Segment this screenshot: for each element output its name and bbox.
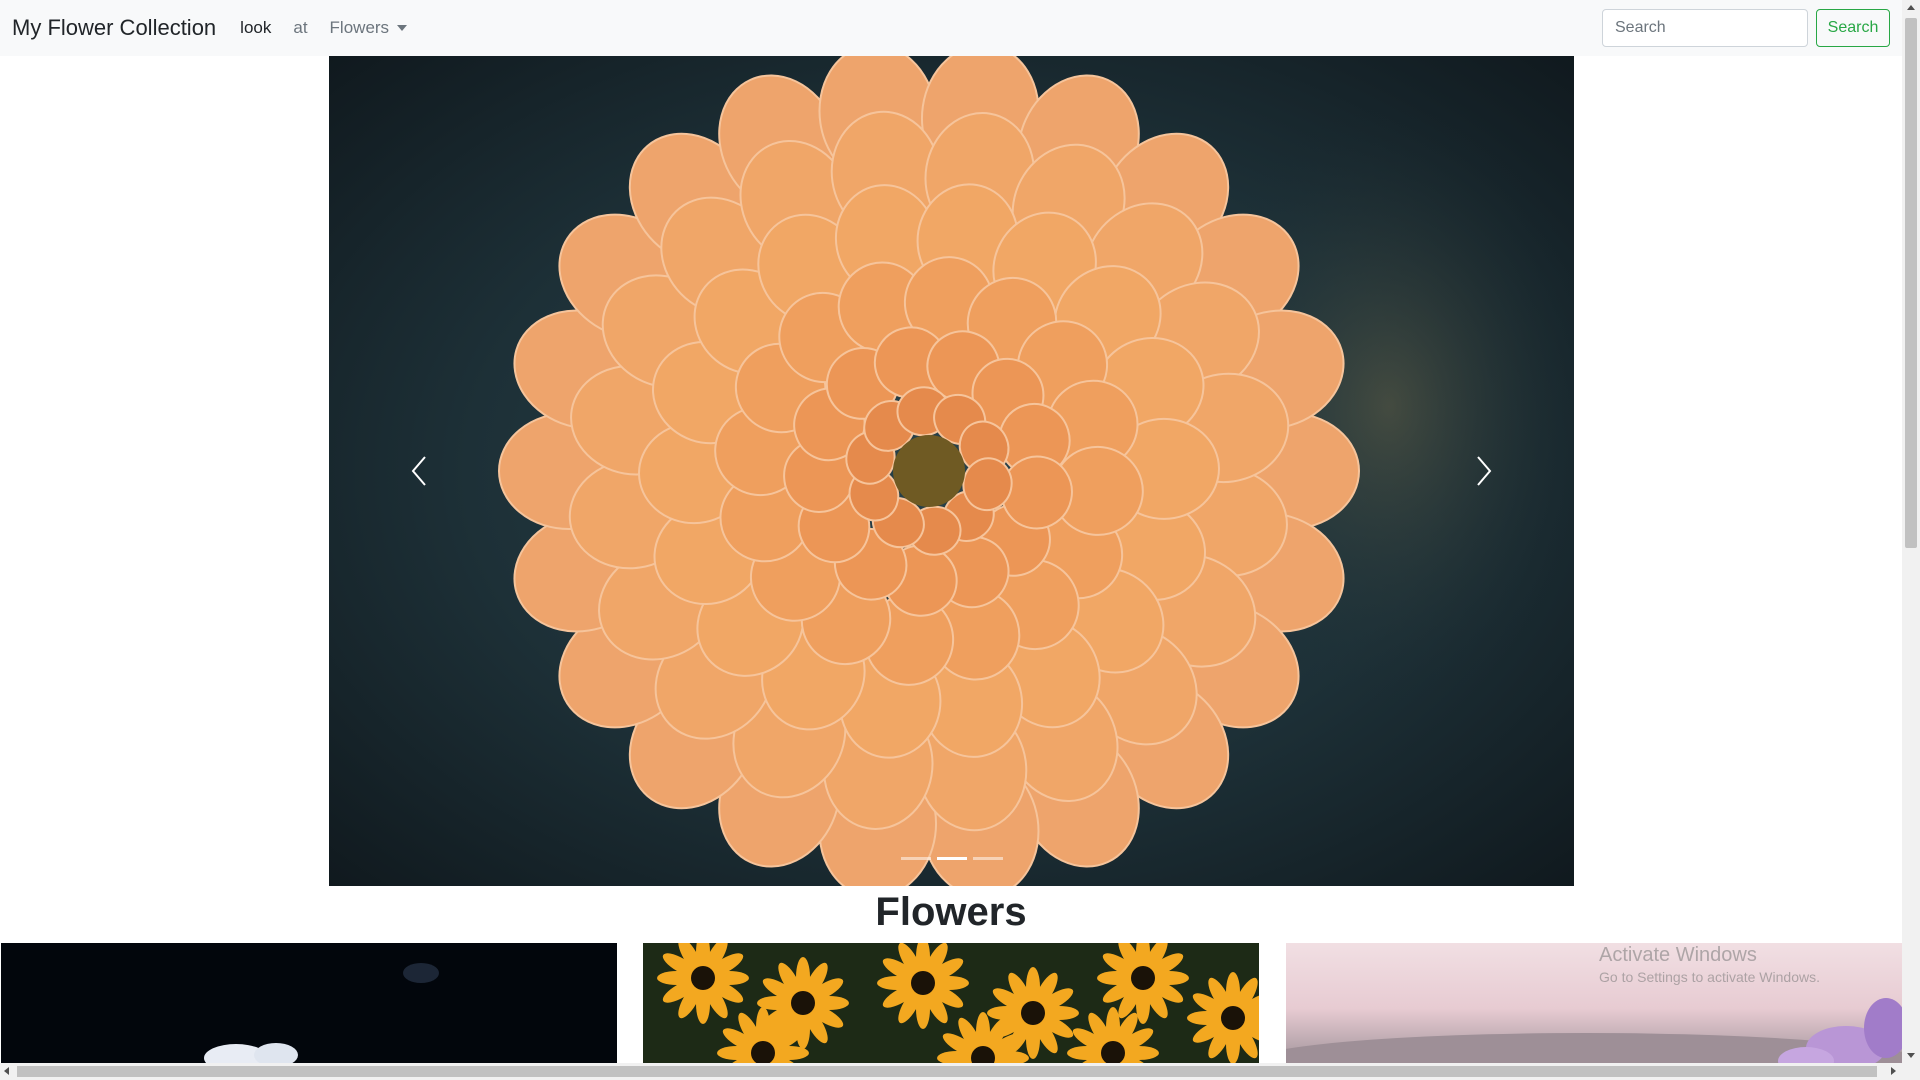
- susan-center: [691, 966, 715, 990]
- nav-dropdown-label: Flowers: [329, 18, 390, 37]
- scroll-up-arrow-icon[interactable]: [1907, 5, 1915, 10]
- susan-center: [791, 991, 815, 1015]
- white-flower-image: [204, 963, 439, 1063]
- chevron-right-icon: [1477, 456, 1492, 486]
- chevron-left-icon: [411, 456, 426, 486]
- vertical-scrollbar-thumb[interactable]: [1905, 18, 1917, 548]
- vertical-scrollbar[interactable]: [1902, 0, 1920, 1063]
- horizontal-scrollbar[interactable]: [0, 1063, 1920, 1080]
- carousel-indicator-3[interactable]: [972, 857, 1003, 860]
- carousel-prev-button[interactable]: [359, 56, 479, 886]
- dahlia-image: [498, 56, 1574, 886]
- horizontal-scrollbar-thumb[interactable]: [17, 1066, 1877, 1077]
- nav-link-at[interactable]: at: [293, 18, 307, 38]
- nav-dropdown-flowers[interactable]: Flowers: [330, 18, 408, 38]
- section-title: Flowers: [875, 890, 1027, 934]
- susan-center: [1021, 1001, 1045, 1025]
- watermark-title: Activate Windows: [1599, 944, 1757, 966]
- dahlia-center: [893, 435, 965, 507]
- carousel-indicator-1[interactable]: [900, 857, 931, 860]
- card-image-white-flower[interactable]: [1, 943, 617, 1063]
- scroll-down-arrow-icon[interactable]: [1907, 1053, 1915, 1058]
- navbar: My Flower Collection look at Flowers Sea…: [0, 0, 1902, 56]
- search-form: Search: [1602, 9, 1890, 47]
- scroll-right-arrow-icon[interactable]: [1891, 1067, 1896, 1075]
- black-eyed-susans-image: [657, 943, 1259, 1063]
- carousel-indicators: [329, 857, 1574, 860]
- nav-link-look[interactable]: look: [240, 18, 271, 38]
- watermark-subtitle: Go to Settings to activate Windows.: [1599, 969, 1820, 985]
- susan-center: [911, 971, 935, 995]
- windows-activation-watermark: Activate Windows Go to Settings to activ…: [1599, 944, 1820, 985]
- scroll-left-arrow-icon[interactable]: [4, 1067, 9, 1075]
- caret-down-icon: [397, 25, 408, 31]
- card-image-black-eyed-susans[interactable]: [643, 943, 1259, 1063]
- susan-center: [1131, 966, 1155, 990]
- susan-center: [1221, 1006, 1245, 1030]
- search-button[interactable]: Search: [1816, 9, 1890, 47]
- carousel: [329, 56, 1574, 886]
- navbar-brand[interactable]: My Flower Collection: [12, 15, 216, 41]
- search-input[interactable]: [1602, 9, 1808, 47]
- carousel-indicator-2[interactable]: [936, 857, 967, 860]
- carousel-next-button[interactable]: [1424, 56, 1544, 886]
